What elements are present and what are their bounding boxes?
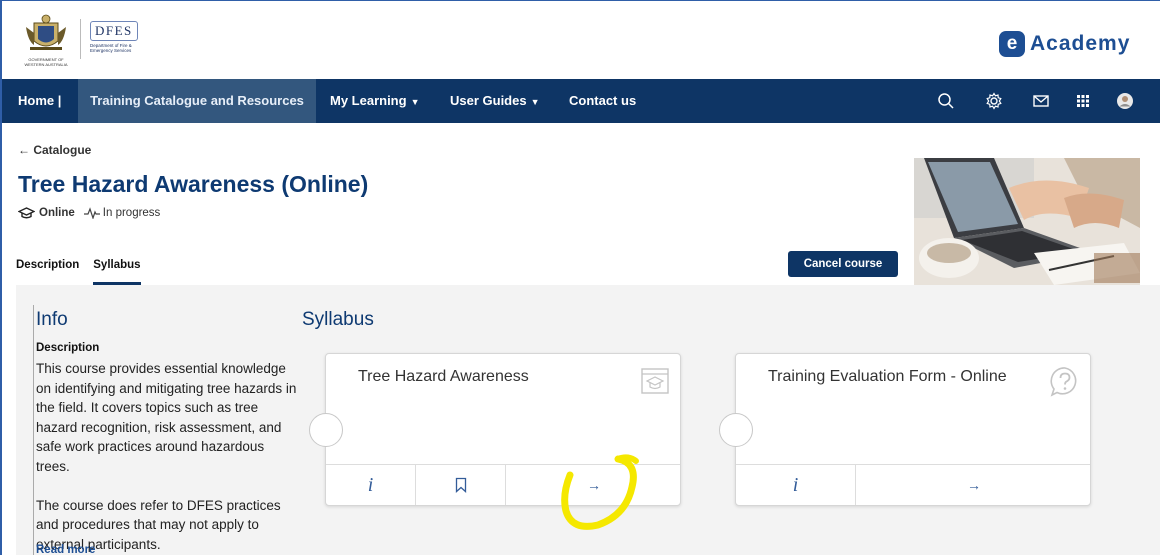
search-icon[interactable] (936, 91, 956, 111)
course-module-icon (641, 368, 669, 394)
nav-contact-us[interactable]: Contact us (569, 79, 636, 123)
card-open-button[interactable]: → (506, 465, 682, 505)
nav-my-learning-label: My Learning (330, 93, 407, 108)
laptop-typing-photo (914, 158, 1140, 285)
eacademy-logo[interactable]: e Academy (999, 29, 1130, 59)
course-thumbnail (914, 158, 1140, 285)
crest-icon (26, 14, 66, 50)
tab-description[interactable]: Description (16, 259, 79, 285)
nav-home[interactable]: Home | (18, 79, 61, 123)
info-icon: i (367, 473, 374, 496)
card-progress-circle (719, 413, 753, 447)
eacademy-wordmark: Academy (1030, 32, 1131, 55)
caret-down-icon: ▼ (530, 97, 540, 107)
card-progress-circle (309, 413, 343, 447)
tab-syllabus[interactable]: Syllabus (93, 259, 141, 285)
bookmark-icon (455, 477, 466, 493)
course-tabs: Description Syllabus (16, 259, 155, 285)
info-divider (33, 305, 34, 555)
user-avatar[interactable] (1115, 91, 1135, 111)
dfes-logo[interactable]: DFES Department of Fire & Emergency Serv… (90, 21, 146, 53)
syllabus-heading: Syllabus (302, 309, 374, 330)
crest-caption: GOVERNMENT OF WESTERN AUSTRALIA (24, 57, 68, 67)
site-header: GOVERNMENT OF WESTERN AUSTRALIA DFES Dep… (2, 1, 1160, 79)
breadcrumb-catalogue[interactable]: ← Catalogue (18, 143, 91, 157)
logo-divider (80, 19, 81, 59)
info-icon: i (792, 473, 799, 496)
description-label: Description (36, 342, 100, 354)
card-title: Training Evaluation Form - Online (768, 368, 1007, 385)
card-footer: i → (326, 464, 680, 505)
gear-icon[interactable] (984, 91, 1004, 111)
card-footer: i → (736, 464, 1090, 505)
nav-user-guides-label: User Guides (450, 93, 527, 108)
activity-pulse-icon (83, 207, 100, 219)
browser-frame: GOVERNMENT OF WESTERN AUSTRALIA DFES Dep… (0, 0, 1160, 555)
course-description: This course provides essential knowledge… (36, 359, 301, 554)
nav-user-guides[interactable]: User Guides ▼ (450, 79, 540, 123)
dfes-logo-text: DFES (90, 21, 138, 41)
course-meta: Online In progress (18, 207, 160, 219)
course-mode: Online (39, 207, 75, 219)
card-info-button[interactable]: i (326, 465, 416, 505)
question-icon (1050, 367, 1077, 397)
card-bookmark-button[interactable] (416, 465, 506, 505)
description-paragraph-1: This course provides essential knowledge… (36, 361, 297, 474)
nav-my-learning[interactable]: My Learning ▼ (330, 79, 420, 123)
syllabus-card[interactable]: Training Evaluation Form - Online i → (719, 353, 1091, 506)
course-status: In progress (102, 207, 161, 219)
info-heading: Info (36, 309, 68, 330)
eacademy-e-icon: e (999, 31, 1025, 57)
dfes-subtitle: Department of Fire & Emergency Services (90, 43, 132, 53)
card-info-button[interactable]: i (736, 465, 856, 505)
caret-down-icon: ▼ (410, 97, 420, 107)
apps-grid-icon[interactable] (1073, 91, 1093, 111)
syllabus-card[interactable]: Tree Hazard Awareness i → (309, 353, 681, 506)
course-content-panel: Info Description This course provides es… (16, 285, 1160, 555)
nav-training-catalogue[interactable]: Training Catalogue and Resources (78, 79, 316, 123)
card-open-button[interactable]: → (856, 465, 1092, 505)
page-title: Tree Hazard Awareness (Online) (18, 171, 369, 197)
arrow-right-icon: → (587, 477, 601, 493)
mail-icon[interactable] (1031, 91, 1051, 111)
cancel-course-button[interactable]: Cancel course (788, 251, 898, 277)
wa-government-crest[interactable]: GOVERNMENT OF WESTERN AUSTRALIA (18, 11, 74, 67)
read-more-link[interactable]: Read more (36, 544, 95, 555)
graduation-cap-icon (18, 207, 35, 219)
arrow-right-icon: → (967, 477, 981, 493)
main-nav: Home | Training Catalogue and Resources … (2, 79, 1160, 123)
card-title: Tree Hazard Awareness (358, 368, 529, 385)
